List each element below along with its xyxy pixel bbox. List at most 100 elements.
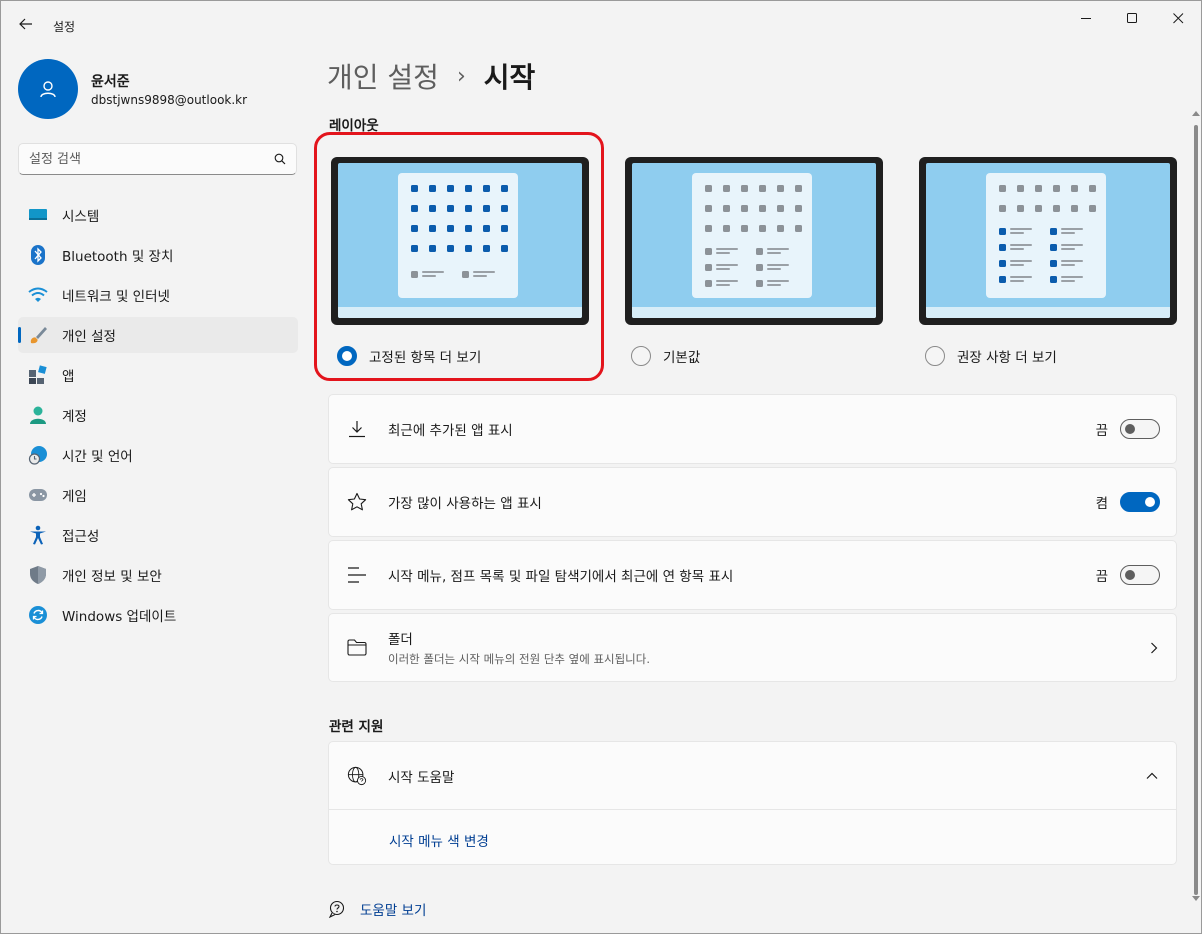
scroll-thumb[interactable] xyxy=(1194,125,1198,895)
back-button[interactable] xyxy=(13,11,39,37)
brush-icon xyxy=(28,325,48,345)
get-help[interactable]: 도움말 보기 xyxy=(328,899,426,919)
layout-option-label: 권장 사항 더 보기 xyxy=(957,350,1057,366)
profile-name: 윤서준 xyxy=(91,74,130,90)
toggle-recently-opened-items[interactable] xyxy=(1120,565,1160,585)
sidebar-item-label: Bluetooth 및 장치 xyxy=(62,249,174,265)
layout-option-more-recommendations[interactable]: 권장 사항 더 보기 xyxy=(919,157,1177,366)
sidebar-item-label: 앱 xyxy=(62,369,75,385)
account-icon xyxy=(28,405,48,425)
sidebar-item-apps[interactable]: 앱 xyxy=(18,357,298,393)
setting-recently-opened-items[interactable]: 시작 메뉴, 점프 목록 및 파일 탐색기에서 최근에 연 항목 표시 끔 xyxy=(328,540,1177,610)
maximize-icon xyxy=(1126,12,1137,23)
support-header[interactable]: 시작 도움말 xyxy=(329,742,1176,810)
setting-folders[interactable]: 폴더 이러한 폴더는 시작 메뉴의 전원 단추 옆에 표시됩니다. xyxy=(328,613,1177,682)
settings-window: 설정 윤서준 dbstjwns9898@outlook.kr 설정 검색 시스템… xyxy=(0,0,1202,934)
scrollbar[interactable] xyxy=(1192,111,1200,901)
profile[interactable]: 윤서준 dbstjwns9898@outlook.kr xyxy=(18,59,247,119)
sidebar-item-system[interactable]: 시스템 xyxy=(18,197,298,233)
sidebar-item-label: 계정 xyxy=(62,409,87,425)
search-icon xyxy=(274,153,286,165)
support-card: 시작 도움말 시작 메뉴 색 변경 xyxy=(328,741,1177,865)
toggle-state-label: 끔 xyxy=(1095,569,1108,585)
sidebar-item-label: Windows 업데이트 xyxy=(62,609,177,625)
toggle-most-used-apps[interactable] xyxy=(1120,492,1160,512)
setting-label: 가장 많이 사용하는 앱 표시 xyxy=(388,496,542,512)
globe-help-icon xyxy=(347,766,367,786)
toggle-state-label: 끔 xyxy=(1095,423,1108,439)
breadcrumb: 개인 설정 › 시작 xyxy=(327,56,535,96)
close-button[interactable] xyxy=(1155,1,1201,35)
search-box[interactable] xyxy=(18,143,297,175)
layout-section-title: 레이아웃 xyxy=(329,118,379,134)
sidebar-item-label: 네트워크 및 인터넷 xyxy=(62,289,170,305)
layout-option-label: 기본값 xyxy=(663,350,701,366)
scroll-up-arrow[interactable] xyxy=(1192,111,1200,116)
sidebar-item-label: 개인 설정 xyxy=(62,329,116,345)
wifi-icon xyxy=(28,285,48,305)
sidebar-item-accounts[interactable]: 계정 xyxy=(18,397,298,433)
minimize-button[interactable] xyxy=(1063,1,1109,35)
gamepad-icon xyxy=(28,485,48,505)
layout-preview-default[interactable] xyxy=(625,157,883,325)
sidebar-item-network[interactable]: 네트워크 및 인터넷 xyxy=(18,277,298,313)
bluetooth-icon xyxy=(28,245,48,265)
chevron-up-icon[interactable] xyxy=(1146,772,1158,780)
sidebar-nav: 시스템 Bluetooth 및 장치 네트워크 및 인터넷 개인 설정 앱 계정… xyxy=(18,197,298,637)
breadcrumb-separator: › xyxy=(456,63,466,89)
sidebar-item-label: 시간 및 언어 xyxy=(62,449,133,465)
back-arrow-icon xyxy=(19,18,32,30)
setting-most-used-apps[interactable]: 가장 많이 사용하는 앱 표시 켬 xyxy=(328,467,1177,537)
setting-recently-added-apps[interactable]: 최근에 추가된 앱 표시 끔 xyxy=(328,394,1177,464)
sidebar-item-privacy[interactable]: 개인 정보 및 보안 xyxy=(18,557,298,593)
start-menu-color-link[interactable]: 시작 메뉴 색 변경 xyxy=(389,830,489,850)
setting-label: 최근에 추가된 앱 표시 xyxy=(388,423,513,439)
download-icon xyxy=(347,419,367,439)
sidebar-item-time-language[interactable]: 시간 및 언어 xyxy=(18,437,298,473)
list-icon xyxy=(347,565,367,585)
star-icon xyxy=(347,492,367,512)
user-icon xyxy=(40,81,56,98)
page-title: 시작 xyxy=(483,61,536,94)
sidebar-item-label: 게임 xyxy=(62,489,87,505)
shield-icon xyxy=(28,565,48,585)
sidebar-item-gaming[interactable]: 게임 xyxy=(18,477,298,513)
scroll-down-arrow[interactable] xyxy=(1192,896,1200,901)
avatar xyxy=(18,59,78,119)
sidebar-item-personalization[interactable]: 개인 설정 xyxy=(18,317,298,353)
help-chat-icon xyxy=(328,900,345,918)
minimize-icon xyxy=(1080,17,1091,19)
toggle-recently-added-apps[interactable] xyxy=(1120,419,1160,439)
folder-icon xyxy=(347,638,367,658)
time-language-icon xyxy=(28,445,48,465)
get-help-link[interactable]: 도움말 보기 xyxy=(360,899,426,919)
layout-radio-more-recommendations[interactable] xyxy=(925,346,945,366)
selection-highlight xyxy=(314,132,604,381)
accessibility-icon xyxy=(28,525,48,545)
layout-preview-more-recommendations[interactable] xyxy=(919,157,1177,325)
layout-radio-default[interactable] xyxy=(631,346,651,366)
toggle-state-label: 켬 xyxy=(1095,496,1108,512)
layout-option-default[interactable]: 기본값 xyxy=(625,157,883,366)
support-help-title: 시작 도움말 xyxy=(388,769,455,786)
breadcrumb-parent[interactable]: 개인 설정 xyxy=(327,56,439,96)
sidebar-item-accessibility[interactable]: 접근성 xyxy=(18,517,298,553)
related-support-title: 관련 지원 xyxy=(329,719,384,735)
app-title: 설정 xyxy=(53,20,76,34)
maximize-button[interactable] xyxy=(1109,1,1155,35)
setting-description: 이러한 폴더는 시작 메뉴의 전원 단추 옆에 표시됩니다. xyxy=(388,652,651,666)
setting-label: 시작 메뉴, 점프 목록 및 파일 탐색기에서 최근에 연 항목 표시 xyxy=(388,569,734,585)
apps-icon xyxy=(28,365,48,385)
search-input[interactable] xyxy=(29,151,274,167)
setting-label: 폴더 xyxy=(388,632,413,648)
sidebar-item-windows-update[interactable]: Windows 업데이트 xyxy=(18,597,298,633)
system-icon xyxy=(28,205,48,225)
profile-email: dbstjwns9898@outlook.kr xyxy=(91,93,248,107)
sidebar-item-label: 개인 정보 및 보안 xyxy=(62,569,162,585)
sidebar-item-bluetooth[interactable]: Bluetooth 및 장치 xyxy=(18,237,298,273)
sidebar-item-label: 접근성 xyxy=(62,529,100,545)
title-bar: 설정 xyxy=(1,1,1201,47)
sidebar-item-label: 시스템 xyxy=(62,209,100,225)
update-icon xyxy=(28,605,48,625)
chevron-right-icon xyxy=(1151,642,1158,653)
